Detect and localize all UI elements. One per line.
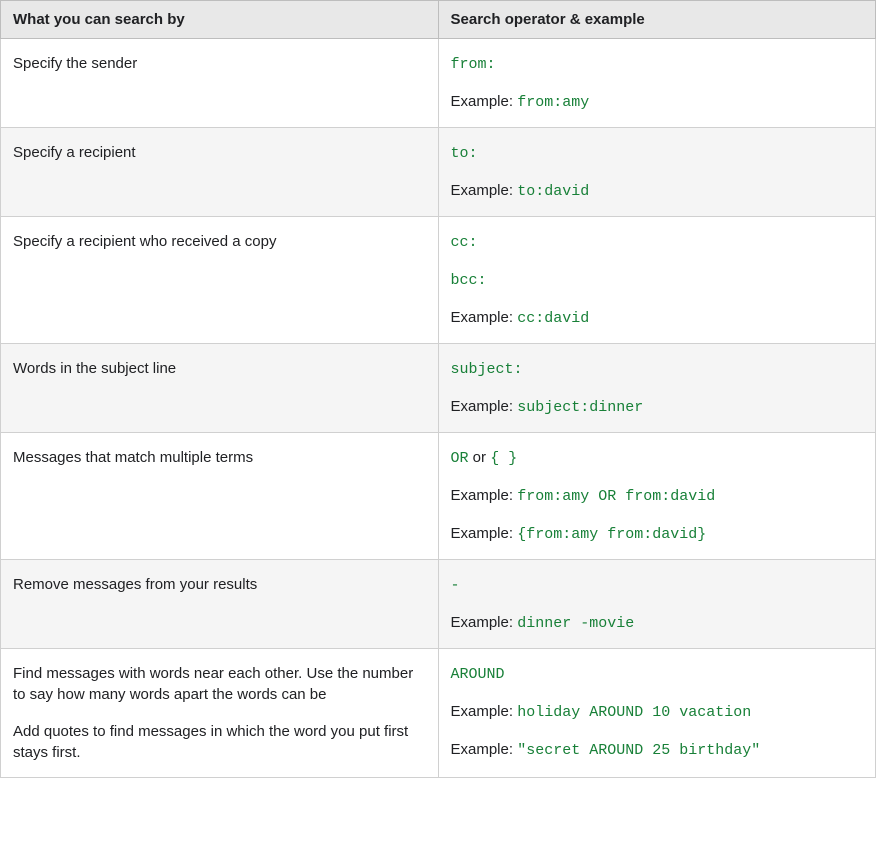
operator-line: bcc: [451,269,864,291]
example-label: Example: [451,614,518,631]
example-label: Example: [451,309,518,326]
description-text: Remove messages from your results [13,574,426,595]
operator-code: bcc: [451,272,487,289]
description-text: Messages that match multiple terms [13,447,426,468]
operator-cell: AROUND Example: holiday AROUND 10 vacatio… [438,649,876,778]
operator-cell: OR or { } Example: from:amy OR from:david… [438,433,876,560]
operator-code: to: [451,145,478,162]
table-row: Words in the subject line subject: Example… [1,344,876,433]
example-code: to:david [517,183,589,200]
search-by-cell: Specify the sender [1,39,439,128]
description-text: Words in the subject line [13,358,426,379]
or-text: or [469,449,491,466]
search-by-cell: Specify a recipient who received a copy [1,217,439,344]
operator-line: - [451,574,864,596]
search-by-cell: Remove messages from your results [1,560,439,649]
operator-cell: to: Example: to:david [438,128,876,217]
operator-cell: subject: Example: subject:dinner [438,344,876,433]
table-row: Specify the sender from: Example: from:amy [1,39,876,128]
description-text: Specify a recipient who received a copy [13,231,426,252]
operator-line: AROUND [451,663,864,685]
operator-code: subject: [451,361,523,378]
table-row: Find messages with words near each other… [1,649,876,778]
example-label: Example: [451,398,518,415]
operator-code: - [451,577,460,594]
header-search-by: What you can search by [1,1,439,39]
operator-cell: - Example: dinner -movie [438,560,876,649]
search-by-cell: Specify a recipient [1,128,439,217]
operator-code: { } [490,450,517,467]
operator-line: to: [451,142,864,164]
example-label: Example: [451,182,518,199]
description-text: Specify the sender [13,53,426,74]
search-by-cell: Words in the subject line [1,344,439,433]
example-code: from:amy [517,94,589,111]
example-code: cc:david [517,310,589,327]
description-text: Find messages with words near each other… [13,663,426,705]
operator-line: OR or { } [451,447,864,469]
operator-line: subject: [451,358,864,380]
operator-cell: cc: bcc: Example: cc:david [438,217,876,344]
example-line: Example: cc:david [451,307,864,329]
operator-code: AROUND [451,666,505,683]
example-line: Example: dinner -movie [451,612,864,634]
example-line: Example: from:amy OR from:david [451,485,864,507]
example-code: dinner -movie [517,615,634,632]
operator-cell: from: Example: from:amy [438,39,876,128]
example-line: Example: subject:dinner [451,396,864,418]
table-row: Messages that match multiple terms OR or … [1,433,876,560]
example-line: Example: holiday AROUND 10 vacation [451,701,864,723]
example-line: Example: to:david [451,180,864,202]
example-line: Example: {from:amy from:david} [451,523,864,545]
example-line: Example: from:amy [451,91,864,113]
example-label: Example: [451,525,518,542]
example-code: holiday AROUND 10 vacation [517,704,751,721]
header-operator: Search operator & example [438,1,876,39]
description-text: Specify a recipient [13,142,426,163]
operator-code: OR [451,450,469,467]
example-line: Example: "secret AROUND 25 birthday" [451,739,864,761]
table-row: Specify a recipient who received a copy c… [1,217,876,344]
operator-line: cc: [451,231,864,253]
example-label: Example: [451,703,518,720]
example-code: "secret AROUND 25 birthday" [517,742,760,759]
operator-code: cc: [451,234,478,251]
example-code: subject:dinner [517,399,643,416]
example-label: Example: [451,487,518,504]
table-row: Remove messages from your results - Exampl… [1,560,876,649]
search-operators-table: What you can search by Search operator &… [0,0,876,778]
operator-code: from: [451,56,496,73]
operator-line: from: [451,53,864,75]
example-label: Example: [451,93,518,110]
description-text: Add quotes to find messages in which the… [13,721,426,763]
example-code: from:amy OR from:david [517,488,715,505]
search-by-cell: Find messages with words near each other… [1,649,439,778]
table-row: Specify a recipient to: Example: to:david [1,128,876,217]
search-by-cell: Messages that match multiple terms [1,433,439,560]
example-code: {from:amy from:david} [517,526,706,543]
example-label: Example: [451,741,518,758]
